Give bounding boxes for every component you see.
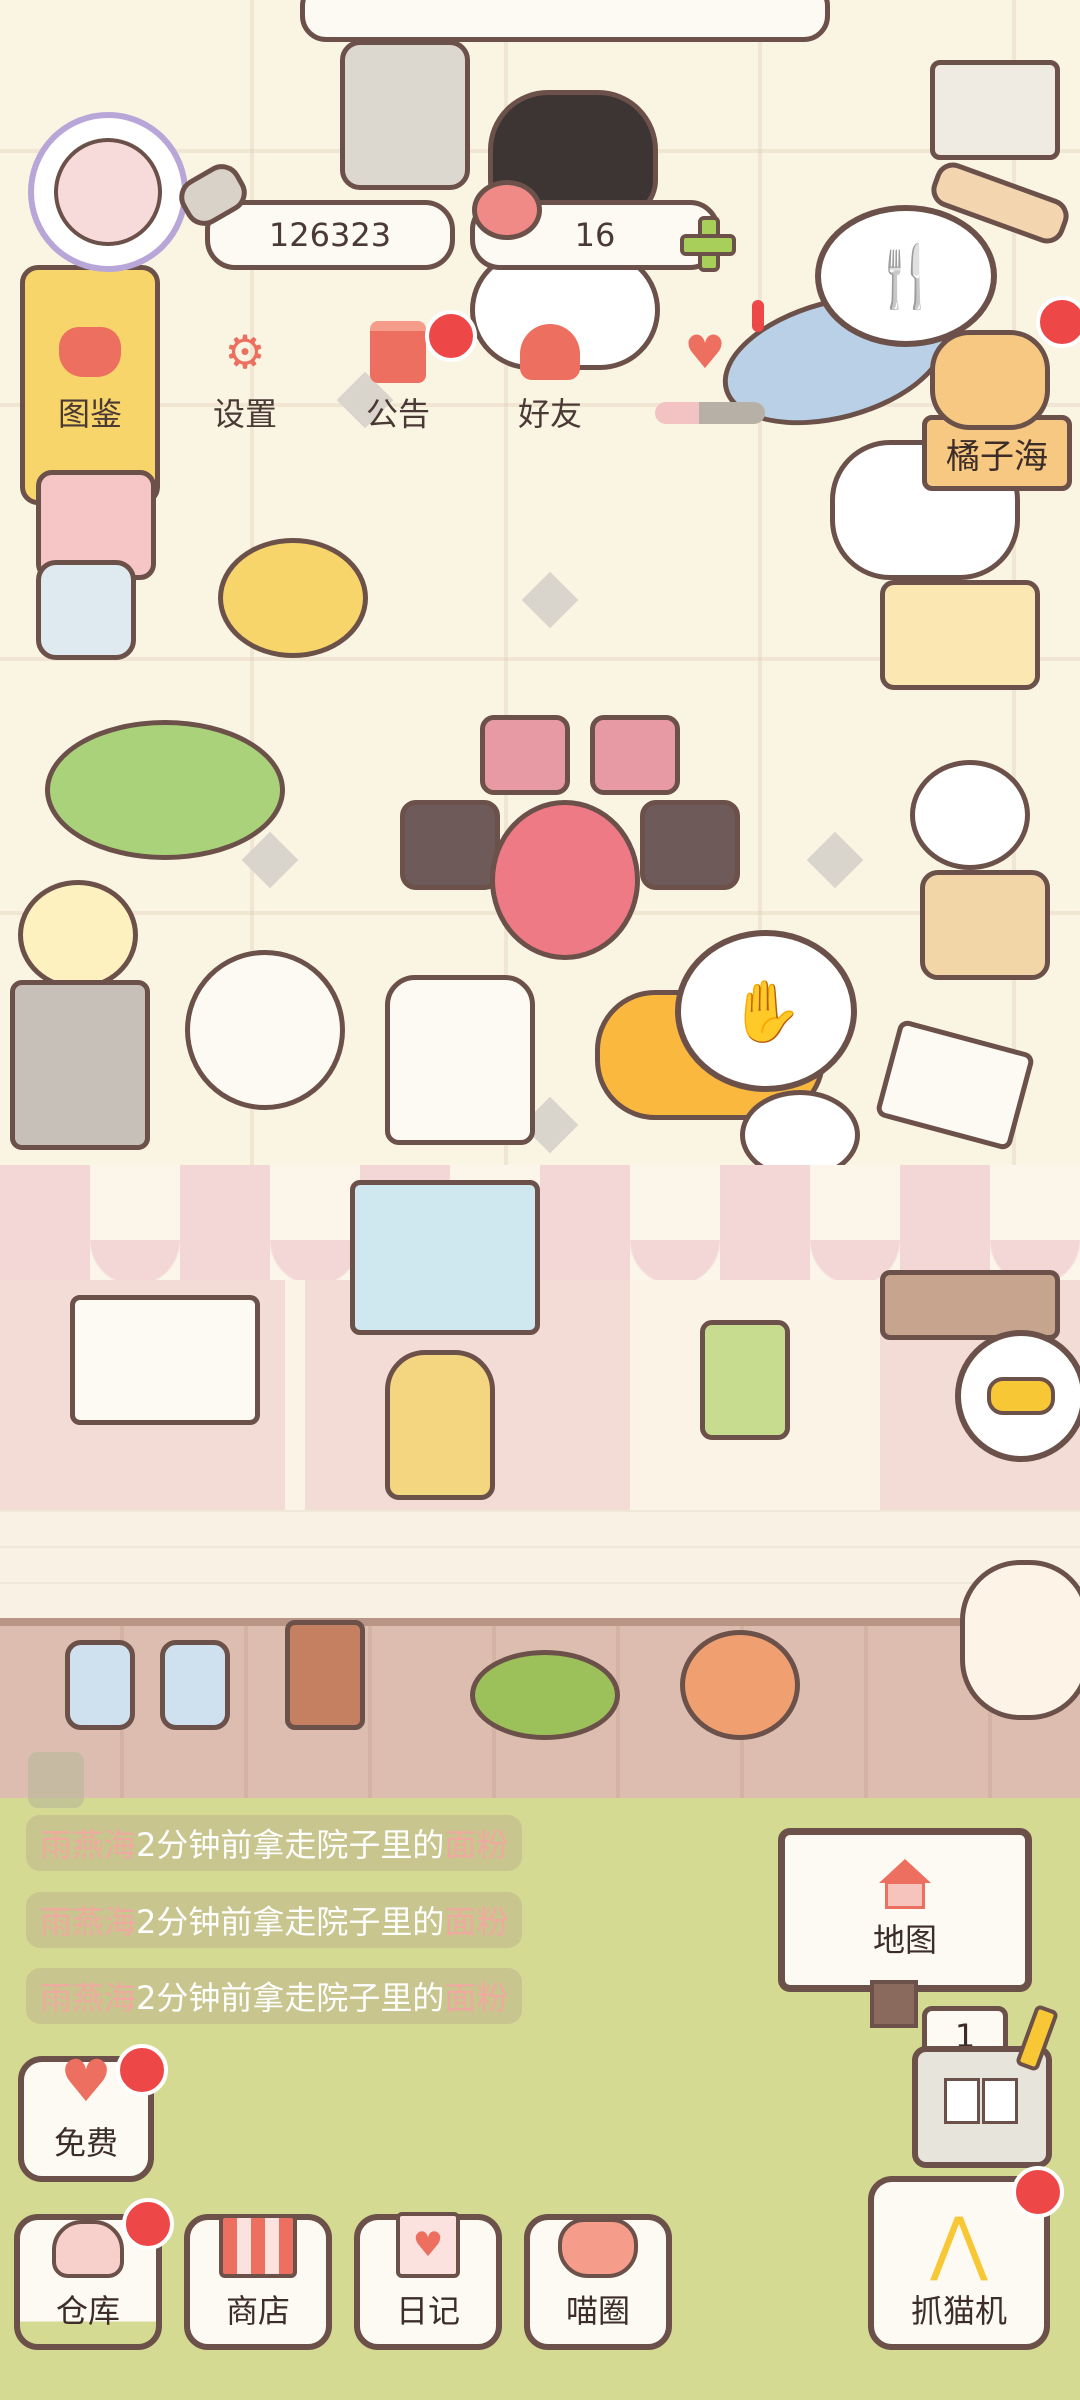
cat-head-icon (54, 320, 126, 383)
menu-encyclopedia[interactable]: 图鉴 (25, 320, 155, 435)
bread-basket[interactable] (880, 580, 1040, 690)
avocado-bed[interactable] (470, 1650, 620, 1740)
fish-currency-value: 126323 (268, 216, 392, 254)
sushi-icon (987, 1377, 1055, 1415)
shop-stall-icon (219, 2214, 297, 2278)
mail-progress-bar (655, 402, 765, 424)
cactus-pot[interactable] (285, 1620, 365, 1730)
feed-item: 雨燕海 2分钟前拿走院子里的 面粉 (26, 1968, 523, 2024)
cat-circle-button[interactable]: 喵圈 (524, 2214, 672, 2350)
sign-post (870, 1980, 918, 2028)
exclamation-icon (752, 300, 764, 332)
menu-label: 设置 (212, 395, 277, 433)
cat-currency-value: 16 (574, 216, 616, 254)
warehouse-label: 仓库 (55, 2292, 120, 2330)
food-request-bubble[interactable] (955, 1330, 1080, 1462)
rain-boot-right[interactable] (160, 1640, 230, 1730)
cat-circle-label: 喵圈 (565, 2292, 630, 2330)
fork-spoon-icon: 🍴 (868, 241, 944, 312)
claw-machine-label: 抓猫机 (910, 2292, 1007, 2330)
rice-cooker[interactable] (385, 975, 535, 1145)
electric-fan[interactable] (185, 950, 345, 1110)
free-label: 免费 (53, 2124, 118, 2162)
menu-settings[interactable]: ⚙ 设置 (180, 320, 310, 435)
notification-dot (1036, 296, 1080, 348)
heart-can-icon (472, 180, 542, 240)
water-cooler[interactable] (36, 560, 136, 660)
bird-charm[interactable] (700, 1320, 790, 1440)
cat-avatar-side[interactable] (930, 330, 1050, 430)
cat-planet-icon (558, 2218, 638, 2278)
house-icon (875, 1859, 935, 1909)
menu-label: 公告 (365, 395, 430, 433)
heart-mail-icon: ♥ (684, 325, 726, 379)
leaf-mat[interactable] (45, 720, 285, 860)
map-button[interactable]: 地图 (778, 1828, 1032, 1992)
menu-label: 图鉴 (57, 395, 122, 433)
food-bubble[interactable]: 🍴 (815, 205, 997, 347)
rain-boot-left[interactable] (65, 1640, 135, 1730)
diary-book-icon: ♥ (396, 2212, 460, 2278)
diary-label: 日记 (395, 2292, 460, 2330)
bass-drum[interactable] (490, 800, 640, 960)
teapot[interactable] (18, 880, 138, 990)
shop-label: 商店 (225, 2292, 290, 2330)
warehouse-badge (122, 2198, 174, 2250)
top-speech-bubble (300, 0, 830, 42)
free-badge (116, 2044, 168, 2096)
slot-reel (944, 2078, 980, 2124)
map-label: 地图 (872, 1921, 937, 1959)
drum-top-right[interactable] (590, 715, 680, 795)
storage-pot-icon (52, 2220, 124, 2278)
utensil-holder[interactable] (930, 60, 1060, 160)
gift-icon (362, 320, 434, 383)
diary-button[interactable]: ♥ 日记 (354, 2212, 502, 2350)
menu-friends[interactable]: 好友 (485, 320, 615, 435)
player-avatar[interactable] (28, 112, 188, 272)
towel-shelf[interactable] (70, 1295, 260, 1425)
tv-penguin[interactable] (340, 40, 470, 190)
fish-currency-pill: 126323 (205, 200, 455, 270)
lantern[interactable] (385, 1350, 495, 1500)
claw-badge (1012, 2166, 1064, 2218)
brick-wall (0, 1510, 1080, 1620)
feed-item: 雨燕海 2分钟前拿走院子里的 面粉 (26, 1815, 523, 1871)
add-currency-button[interactable] (680, 216, 736, 272)
drum-tom-left[interactable] (400, 800, 500, 890)
avatar-face (54, 138, 162, 246)
drum-tom-right[interactable] (640, 800, 740, 890)
friends-icon (514, 320, 586, 383)
orange-tabby-cat[interactable] (960, 1560, 1080, 1720)
announcement-badge (425, 310, 477, 362)
gear-icon: ⚙ (224, 324, 266, 379)
shop-button[interactable]: 商店 (184, 2214, 332, 2350)
heart-icon: ♥ (60, 2047, 112, 2115)
feed-toggle-button[interactable] (28, 1752, 84, 1808)
fish-painting[interactable] (350, 1180, 540, 1335)
hand-icon: ✋ (728, 976, 804, 1047)
white-flower[interactable] (910, 760, 1030, 870)
drum-top-left[interactable] (480, 715, 570, 795)
claw-icon: ⋀ (930, 2202, 988, 2284)
feed-item: 雨燕海 2分钟前拿走院子里的 面粉 (26, 1892, 523, 1948)
alarm-clock[interactable] (218, 538, 368, 658)
stump-turntable[interactable] (920, 870, 1050, 980)
stove[interactable] (10, 980, 150, 1150)
slot-reel (982, 2078, 1018, 2124)
maple-leaf[interactable] (680, 1630, 800, 1740)
menu-label: 好友 (517, 395, 582, 433)
pet-hand-bubble[interactable]: ✋ (675, 930, 857, 1092)
plant-shelf[interactable] (880, 1270, 1060, 1340)
